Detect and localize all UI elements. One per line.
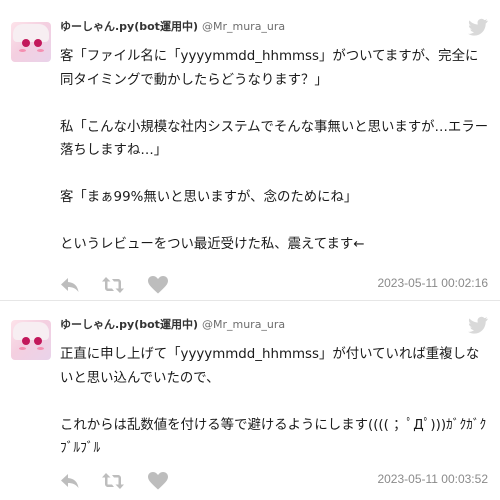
reply-icon[interactable] <box>60 472 80 490</box>
timestamp[interactable]: 2023-05-11 00:02:16 <box>377 276 488 290</box>
retweet-icon[interactable] <box>102 472 124 490</box>
reply-icon[interactable] <box>60 276 80 294</box>
tweet-card: ゆーしゃん.py(bot運用中) @Mr_mura_ura 正直に申し上げて「yy… <box>0 316 500 496</box>
tweet-text: 正直に申し上げて「yyyymmdd_hhmmss」が付いていれば重複しないと思い… <box>60 347 487 456</box>
heart-icon[interactable] <box>148 276 168 294</box>
twitter-bird-icon[interactable] <box>468 18 488 36</box>
display-name[interactable]: ゆーしゃん.py(bot運用中) <box>60 318 198 331</box>
avatar[interactable] <box>11 22 51 62</box>
heart-icon[interactable] <box>148 472 168 490</box>
timestamp[interactable]: 2023-05-11 00:03:52 <box>377 472 488 486</box>
tweet-card: ゆーしゃん.py(bot運用中) @Mr_mura_ura 客「ファイル名に「yy… <box>0 18 500 298</box>
tweet-header: ゆーしゃん.py(bot運用中) @Mr_mura_ura <box>60 316 285 332</box>
divider <box>0 300 500 301</box>
retweet-icon[interactable] <box>102 276 124 294</box>
user-handle[interactable]: @Mr_mura_ura <box>202 318 285 331</box>
avatar[interactable] <box>11 320 51 360</box>
tweet-text: 客「ファイル名に「yyyymmdd_hhmmss」がついてますが、完全に同タイミ… <box>60 49 489 252</box>
twitter-bird-icon[interactable] <box>468 316 488 334</box>
tweet-header: ゆーしゃん.py(bot運用中) @Mr_mura_ura <box>60 18 285 34</box>
user-handle[interactable]: @Mr_mura_ura <box>202 20 285 33</box>
display-name[interactable]: ゆーしゃん.py(bot運用中) <box>60 20 198 33</box>
